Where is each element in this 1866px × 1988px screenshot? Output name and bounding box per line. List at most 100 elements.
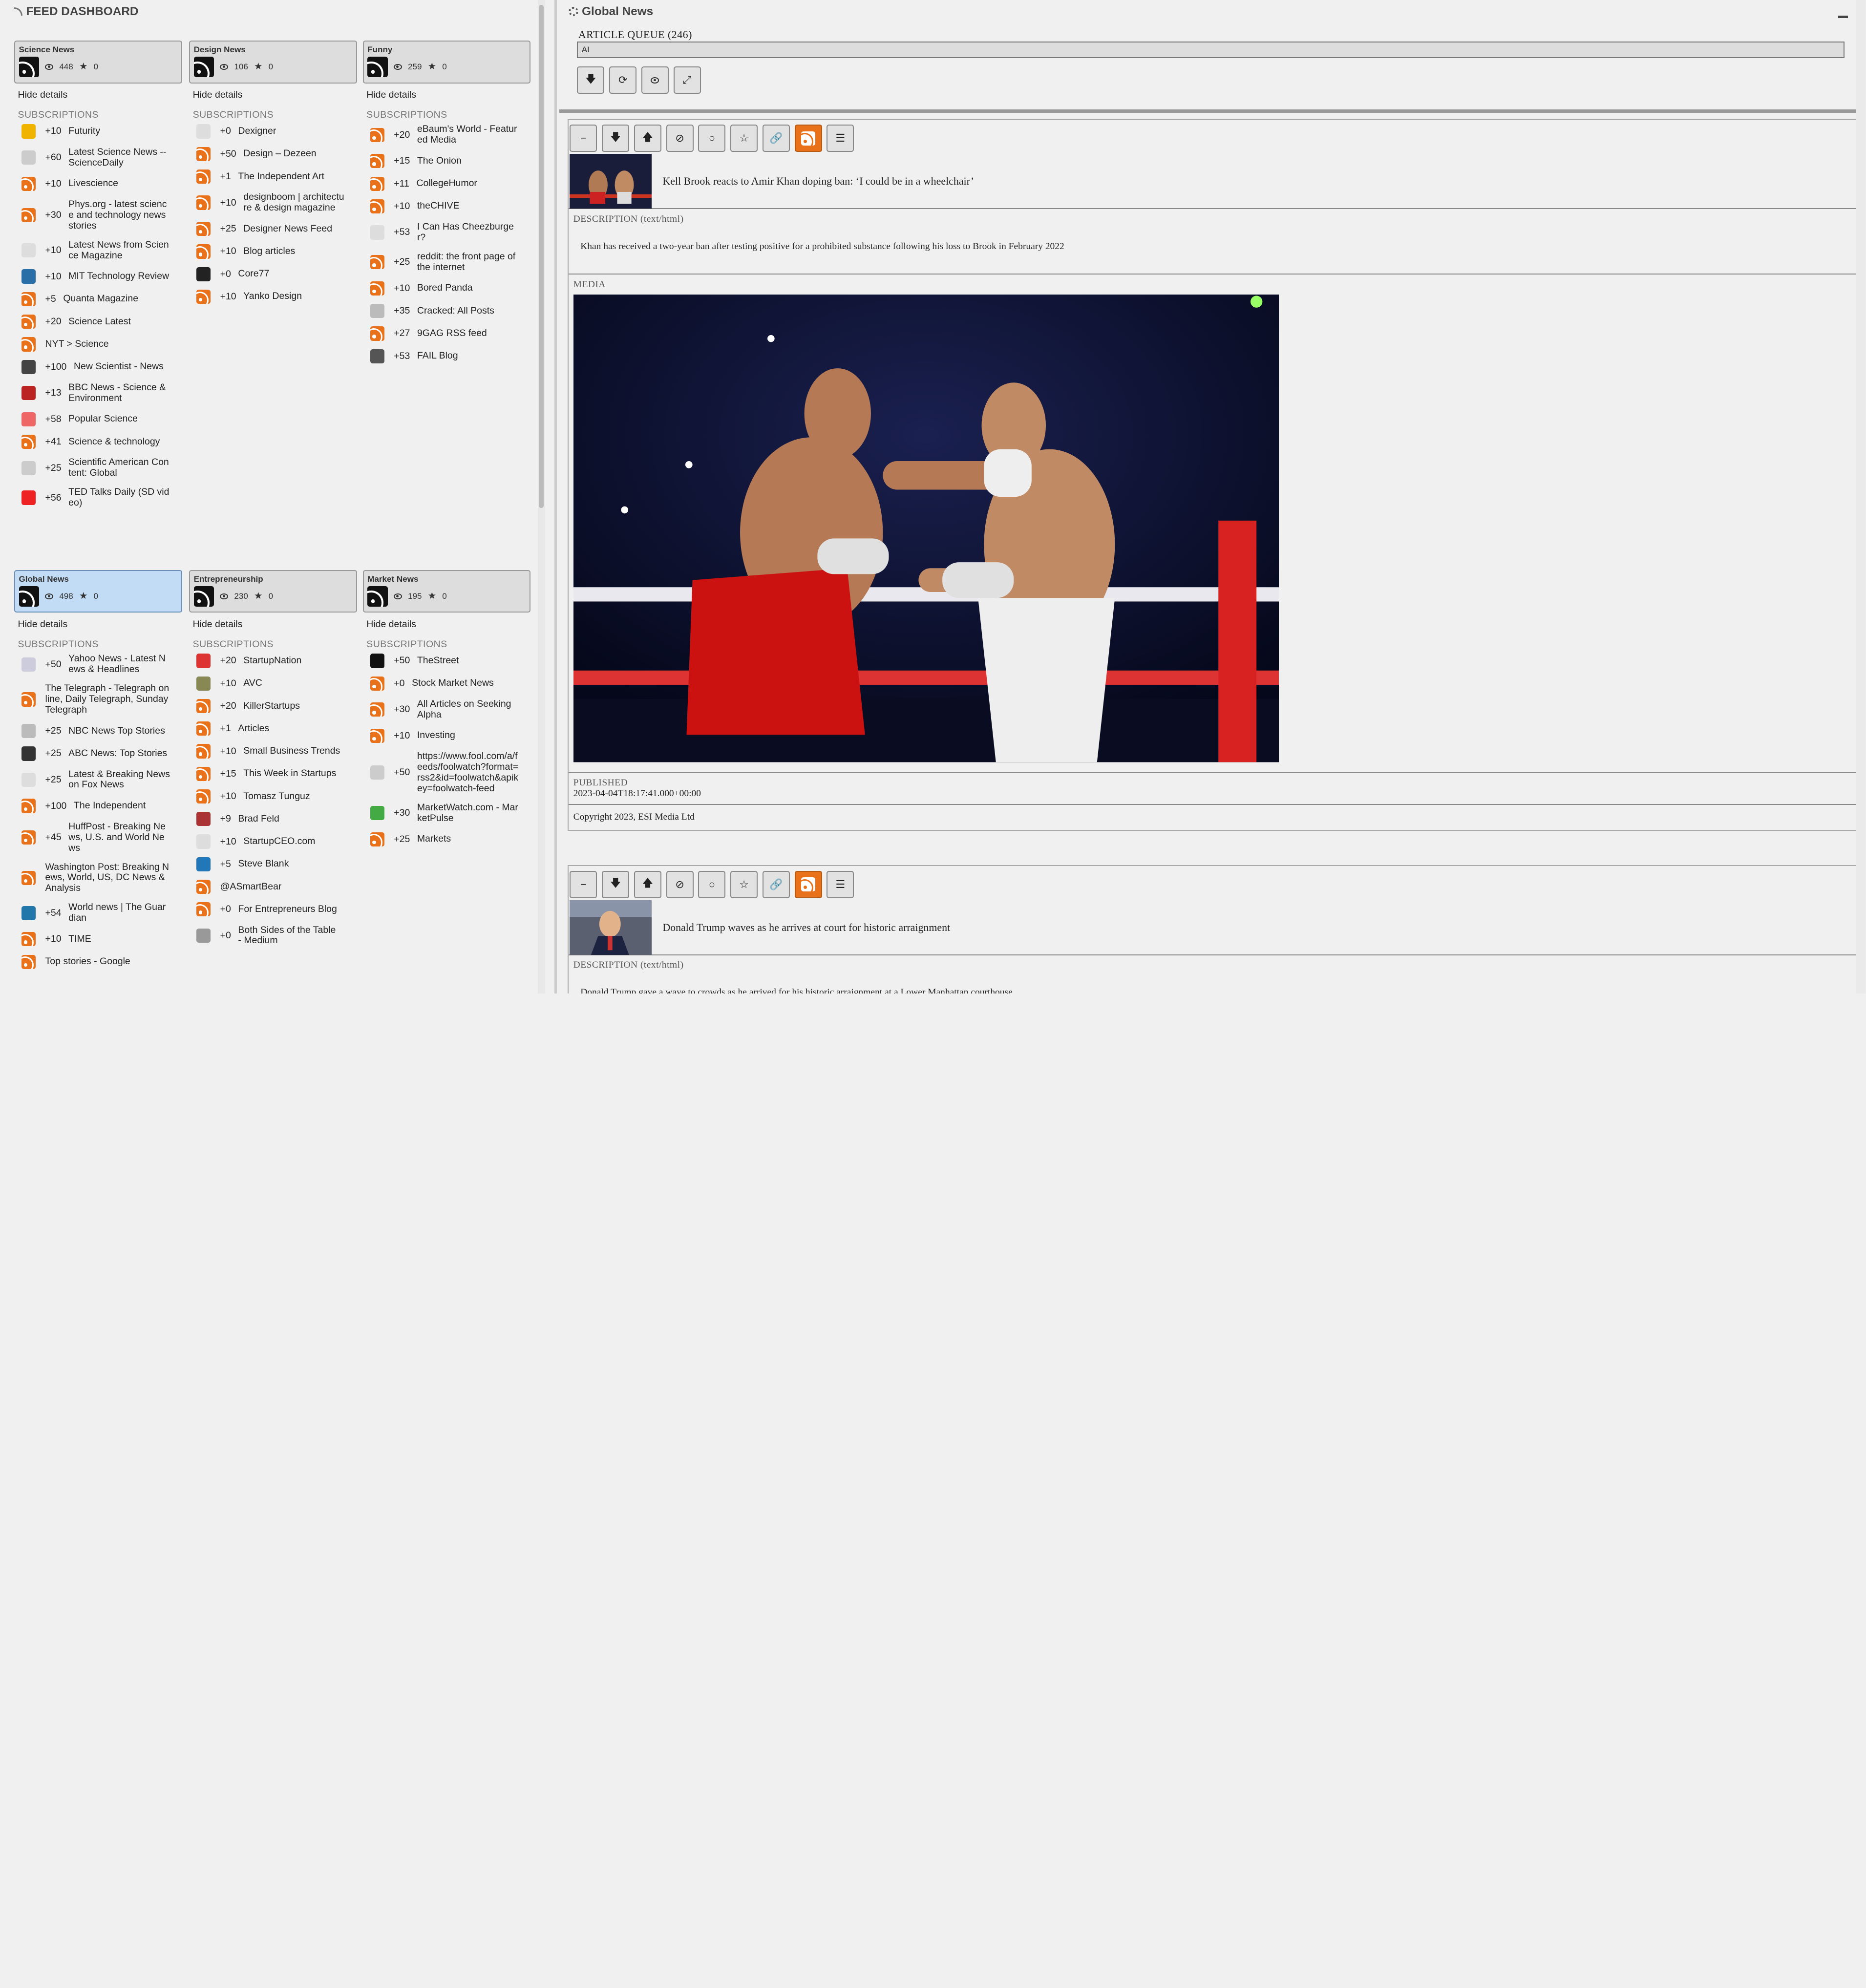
move-down-button[interactable]: 🡇 [602, 870, 630, 898]
subscription-item[interactable]: +27 9GAG RSS feed [370, 326, 531, 341]
feed-group-card[interactable]: Entrepreneurship 230 ★ 0 [189, 570, 357, 613]
left-scrollbar-thumb[interactable] [539, 4, 544, 508]
hide-details-link[interactable]: Hide details [18, 89, 182, 104]
subscription-item[interactable]: +20 eBaum's World - Featured Media [370, 124, 531, 146]
expand-button[interactable]: ⤢ [673, 66, 701, 94]
subscription-item[interactable]: +10 MIT Technology Review [21, 269, 182, 284]
move-up-button[interactable]: 🡅 [634, 870, 661, 898]
subscription-item[interactable]: The Telegraph - Telegraph online, Daily … [21, 683, 182, 716]
collapse-button[interactable]: − [570, 870, 597, 898]
hide-details-link[interactable]: Hide details [18, 619, 182, 633]
subscription-item[interactable]: +10 Futurity [21, 124, 182, 139]
subscription-item[interactable]: +1 Articles [196, 721, 357, 736]
feed-group-card[interactable]: Market News 195 ★ 0 [362, 570, 531, 613]
subscription-item[interactable]: +10 theCHIVE [370, 199, 531, 213]
subscription-item[interactable]: +10 Tomasz Tunguz [196, 789, 357, 804]
subscription-item[interactable]: +25 Markets [370, 832, 531, 846]
subscription-item[interactable]: +10 Latest News from Science Magazine [21, 239, 182, 261]
hide-details-link[interactable]: Hide details [193, 89, 357, 104]
subscription-item[interactable]: +20 Science Latest [21, 315, 182, 329]
move-down-button[interactable]: 🡇 [602, 125, 630, 152]
subscription-item[interactable]: +10 TIME [21, 932, 182, 947]
link-button[interactable]: 🔗 [762, 125, 790, 152]
subscription-item[interactable]: +0 Stock Market News [370, 676, 531, 691]
subscription-item[interactable]: NYT > Science [21, 337, 182, 352]
minimize-button[interactable] [1838, 15, 1848, 18]
subscription-item[interactable]: +5 Quanta Magazine [21, 292, 182, 306]
feed-group-card[interactable]: Global News 498 ★ 0 [14, 570, 182, 613]
subscription-item[interactable]: +53 FAIL Blog [370, 349, 531, 363]
subscription-item[interactable]: +20 StartupNation [196, 654, 357, 668]
feed-button[interactable] [794, 125, 822, 152]
subscription-item[interactable]: +13 BBC News - Science & Environment [21, 382, 182, 404]
subscription-item[interactable]: +50 Yahoo News - Latest News & Headlines [21, 653, 182, 675]
subscription-item[interactable]: +50 TheStreet [370, 654, 531, 668]
feed-group-card[interactable]: Funny 259 ★ 0 [362, 40, 531, 84]
subscription-item[interactable]: +25 Designer News Feed [196, 222, 357, 236]
subscription-item[interactable]: +25 Scientific American Content: Global [21, 457, 182, 479]
subscription-item[interactable]: +10 StartupCEO.com [196, 834, 357, 849]
subscription-item[interactable]: +20 KillerStartups [196, 698, 357, 714]
hide-details-link[interactable]: Hide details [193, 619, 357, 633]
subscription-item[interactable]: +15 The Onion [370, 154, 531, 169]
subscription-item[interactable]: +0 Core77 [196, 267, 357, 281]
subscription-item[interactable]: +5 Steve Blank [196, 857, 357, 871]
subscription-item[interactable]: +30 All Articles on Seeking Alpha [370, 698, 531, 720]
subscription-item[interactable]: +50 Design – Dezeen [196, 147, 357, 161]
hide-button[interactable]: ⊘ [666, 125, 694, 152]
subscription-item[interactable]: Top stories - Google [21, 954, 182, 969]
subscription-item[interactable]: +0 Both Sides of the Table - Medium [196, 925, 357, 947]
subscription-item[interactable]: +25 reddit: the front page of the interne… [370, 251, 531, 273]
subscription-item[interactable]: +56 TED Talks Daily (SD video) [21, 486, 182, 508]
hide-button[interactable]: ⊘ [666, 870, 694, 898]
subscription-item[interactable]: +50 https://www.fool.com/a/feeds/foolwatc… [370, 751, 531, 794]
right-scrollbar[interactable] [1856, 0, 1866, 994]
subscription-item[interactable]: +100 New Scientist - News [21, 360, 182, 374]
subscription-item[interactable]: +25 NBC News Top Stories [21, 724, 182, 739]
subscription-item[interactable]: +58 Popular Science [21, 412, 182, 426]
download-button[interactable]: 🡇 [577, 66, 605, 94]
view-button[interactable] [641, 66, 669, 94]
list-button[interactable]: ☰ [827, 125, 854, 152]
list-button[interactable]: ☰ [827, 870, 854, 898]
subscription-item[interactable]: +10 Bored Panda [370, 281, 531, 296]
move-up-button[interactable]: 🡅 [634, 125, 661, 152]
subscription-item[interactable]: +41 Science & technology [21, 434, 182, 449]
link-button[interactable]: 🔗 [762, 870, 790, 898]
subscription-item[interactable]: +0 For Entrepreneurs Blog [196, 902, 357, 917]
favorite-button[interactable]: ☆ [730, 125, 758, 152]
subscription-item[interactable]: +1 The Independent Art [196, 169, 357, 184]
refresh-button[interactable]: ⟳ [609, 66, 637, 94]
subscription-item[interactable]: +10 Investing [370, 728, 531, 743]
collapse-button[interactable]: − [570, 125, 597, 152]
mark-read-button[interactable]: ○ [698, 125, 726, 152]
subscription-item[interactable]: +53 I Can Has Cheezburger? [370, 221, 531, 243]
subscription-item[interactable]: +100 The Independent [21, 799, 182, 813]
subscription-item[interactable]: +45 HuffPost - Breaking News, U.S. and Wo… [21, 821, 182, 854]
article-header[interactable]: Donald Trump waves as he arrives at cour… [568, 898, 1857, 955]
subscription-item[interactable]: +35 Cracked: All Posts [370, 304, 531, 318]
subscription-item[interactable]: +25 ABC News: Top Stories [21, 746, 182, 761]
subscription-item[interactable]: @ASmartBear [196, 879, 357, 894]
feed-button[interactable] [794, 870, 822, 898]
subscription-item[interactable]: +60 Latest Science News -- ScienceDaily [21, 147, 182, 169]
feed-group-card[interactable]: Science News 448 ★ 0 [14, 40, 182, 84]
subscription-item[interactable]: +10 AVC [196, 676, 357, 691]
subscription-item[interactable]: +11 CollegeHumor [370, 176, 531, 191]
feed-group-card[interactable]: Design News 106 ★ 0 [189, 40, 357, 84]
subscription-item[interactable]: +54 World news | The Guardian [21, 902, 182, 924]
panel-divider[interactable] [554, 0, 557, 994]
subscription-item[interactable]: +10 Small Business Trends [196, 744, 357, 759]
subscription-item[interactable]: Washington Post: Breaking News, World, U… [21, 862, 182, 894]
queue-filter-input[interactable]: AI [577, 42, 1845, 59]
hide-details-link[interactable]: Hide details [366, 619, 530, 633]
subscription-item[interactable]: +15 This Week in Startups [196, 766, 357, 781]
subscription-item[interactable]: +10 designboom | architecture & design ma… [196, 191, 357, 213]
subscription-item[interactable]: +10 Livescience [21, 176, 182, 191]
subscription-item[interactable]: +25 Latest & Breaking News on Fox News [21, 769, 182, 791]
subscription-item[interactable]: +9 Brad Feld [196, 812, 357, 826]
subscription-item[interactable]: +30 MarketWatch.com - MarketPulse [370, 802, 531, 824]
hide-details-link[interactable]: Hide details [366, 89, 530, 104]
subscription-item[interactable]: +10 Yanko Design [196, 289, 357, 304]
mark-read-button[interactable]: ○ [698, 870, 726, 898]
